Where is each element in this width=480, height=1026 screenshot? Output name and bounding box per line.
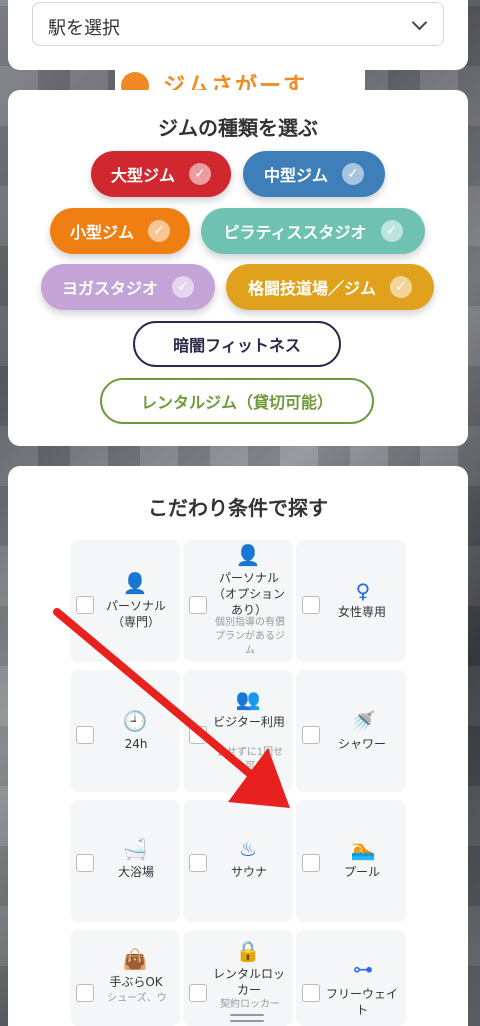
checkbox[interactable] (302, 984, 320, 1002)
checkbox[interactable] (189, 984, 207, 1002)
condition-personal-dedicated[interactable]: 👤 パーソナル（専門） (70, 540, 180, 662)
shower-icon: 🚿 (350, 709, 376, 733)
condition-sub-label: 契約ロッカー (220, 999, 280, 1010)
pool-icon: 🏊 (350, 837, 376, 861)
condition-women-only[interactable]: ♀ 女性専用 (296, 540, 406, 662)
check-icon: ✓ (189, 163, 211, 185)
clock-icon: 🕘 (122, 709, 148, 733)
gym-type-label: 小型ジム (69, 223, 134, 242)
condition-label: フリーウェイト (325, 987, 398, 1017)
station-select[interactable]: 駅を選択 (32, 2, 444, 46)
condition-label: 手ぶらOK (109, 975, 163, 989)
users-icon: 👥 (235, 687, 261, 711)
condition-label: 女性専用 (337, 605, 386, 619)
condition-rental-locker[interactable]: 🔒 レンタルロッカー 契約ロッカー (183, 930, 293, 1026)
condition-label: パーソナル（専門） (105, 599, 166, 629)
chevron-down-icon (411, 14, 428, 31)
gym-type-label: ピラティススタジオ (223, 223, 367, 242)
condition-large-bath[interactable]: 🛁 大浴場 (70, 800, 180, 922)
gym-type-martial-arts[interactable]: 格闘技道場／ジム ✓ (226, 264, 434, 310)
gym-type-rental-gym[interactable]: レンタルジム（貸切可能） (100, 378, 374, 424)
checkbox[interactable] (76, 596, 94, 614)
gym-type-label: 大型ジム (110, 166, 175, 185)
check-icon: ✓ (342, 163, 364, 185)
condition-free-weight[interactable]: ⊶ フリーウェイト (296, 930, 406, 1026)
dumbbell-icon: ⊶ (353, 957, 373, 981)
gym-type-large[interactable]: 大型ジム ✓ (91, 151, 231, 197)
person-plus-icon: 👤 (235, 543, 261, 567)
condition-label: 大浴場 (117, 865, 154, 879)
condition-24h[interactable]: 🕘 24h (70, 670, 180, 792)
gym-type-card: ジムの種類を選ぶ 大型ジム ✓ 中型ジム ✓ 小型ジム ✓ ピラティススタジオ … (8, 90, 468, 446)
condition-sub-label: シューズ、ウ (107, 993, 167, 1004)
condition-empty-handed[interactable]: 👜 手ぶらOK シューズ、ウ (70, 930, 180, 1026)
condition-personal-option[interactable]: 👤 パーソナル（オプションあり） 個別指導の有償プランがあるジム (183, 540, 293, 662)
gym-type-label: 格闘技道場／ジム (247, 279, 376, 298)
condition-shower[interactable]: 🚿 シャワー (296, 670, 406, 792)
person-check-icon: 👤 (122, 571, 148, 595)
sauna-icon: ♨ (239, 837, 257, 861)
condition-label: パーソナル（オプションあり） (212, 571, 285, 617)
gym-type-small[interactable]: 小型ジム ✓ (50, 208, 190, 254)
condition-label: サウナ (230, 865, 267, 879)
gym-type-label: 暗闇フィットネス (173, 336, 301, 355)
condition-sub-label: 会せずに1回せ可 (216, 747, 284, 772)
station-select-value: 駅を選択 (48, 18, 120, 39)
gym-type-label: ヨガスタジオ (61, 279, 158, 298)
conditions-title: こだわり条件で探す (148, 496, 328, 520)
gym-type-pilates[interactable]: ピラティススタジオ ✓ (201, 208, 425, 254)
logo-icon (121, 72, 149, 92)
logo-text: ジムさがーす (163, 74, 308, 92)
condition-label: プール (343, 865, 380, 879)
gym-type-dark-fitness[interactable]: 暗闇フィットネス (133, 321, 341, 367)
condition-label: ビジター利用 (213, 715, 285, 729)
condition-label: 24h (124, 737, 148, 751)
lock-icon: 🔒 (235, 939, 261, 963)
condition-sauna[interactable]: ♨ サウナ (183, 800, 293, 922)
bath-icon: 🛁 (122, 837, 148, 861)
check-icon: ✓ (380, 220, 403, 242)
checkbox[interactable] (76, 984, 94, 1002)
condition-sub-label: 個別指導の有償プランがあるジム (215, 617, 285, 656)
gym-type-label: レンタルジム（貸切可能） (140, 393, 333, 412)
station-card: 駅を選択 (8, 0, 468, 70)
condition-label: シャワー (337, 737, 386, 751)
condition-pool[interactable]: 🏊 プール (296, 800, 406, 922)
check-icon: ✓ (148, 220, 170, 242)
condition-visitor[interactable]: 👥 ビジター利用 会せずに1回せ可 (183, 670, 293, 792)
drag-handle-line (230, 1020, 264, 1022)
conditions-card: こだわり条件で探す 👤 パーソナル（専門） 👤 パーソナル（オプションあり） 個… (8, 466, 468, 1026)
drag-handle[interactable] (230, 1014, 264, 1016)
bag-icon: 👜 (122, 947, 148, 971)
gym-type-label: 中型ジム (263, 166, 328, 185)
checkbox[interactable] (189, 726, 207, 744)
site-logo-banner: ジムさがーす (115, 70, 365, 92)
gym-type-yoga[interactable]: ヨガスタジオ ✓ (41, 264, 215, 310)
female-icon: ♀ (355, 579, 371, 603)
gym-type-medium[interactable]: 中型ジム ✓ (243, 151, 385, 197)
checkbox[interactable] (189, 596, 207, 614)
check-icon: ✓ (172, 276, 194, 298)
gym-type-title: ジムの種類を選ぶ (158, 116, 318, 140)
condition-label: レンタルロッカー (212, 967, 285, 997)
check-icon: ✓ (390, 276, 412, 298)
